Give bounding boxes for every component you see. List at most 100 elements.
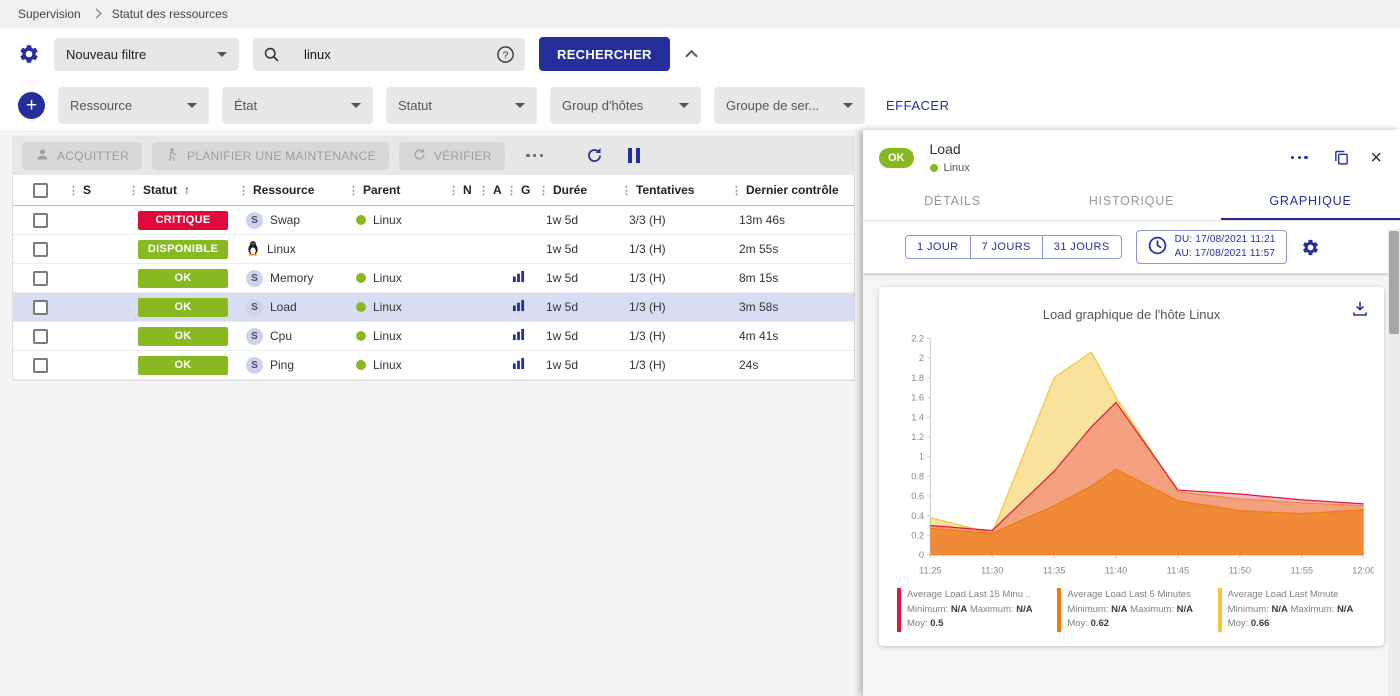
refresh-icon[interactable] — [585, 146, 604, 165]
graph-icon[interactable] — [512, 328, 525, 344]
column-drag-handle[interactable]: ⋮ — [478, 184, 489, 197]
column-drag-handle[interactable]: ⋮ — [731, 184, 742, 197]
pause-icon[interactable] — [628, 148, 640, 163]
criteria-select-servicegroup[interactable]: Groupe de ser... — [714, 87, 865, 124]
criteria-select-hostgroup[interactable]: Group d'hôtes — [550, 87, 701, 124]
scrollbar-thumb[interactable] — [1389, 231, 1399, 334]
breadcrumb-supervision[interactable]: Supervision — [18, 7, 81, 21]
column-header-duration[interactable]: Durée — [553, 183, 587, 197]
column-header-severity[interactable]: S — [83, 183, 91, 197]
column-header-parent[interactable]: Parent — [363, 183, 400, 197]
parent-name[interactable]: Linux — [373, 358, 402, 372]
graph-icon[interactable] — [512, 270, 525, 286]
sort-asc-icon[interactable]: ↑ — [184, 183, 190, 197]
service-icon: S — [246, 328, 263, 345]
column-drag-handle[interactable]: ⋮ — [68, 184, 79, 197]
row-checkbox[interactable] — [33, 329, 48, 344]
panel-host-name[interactable]: Linux — [944, 162, 970, 174]
export-chart-icon[interactable] — [1351, 300, 1369, 321]
resource-name[interactable]: Memory — [270, 271, 313, 285]
column-header-last-check[interactable]: Dernier contrôle — [746, 183, 839, 197]
chevron-right-icon — [91, 9, 101, 19]
legend-color-bar — [1057, 588, 1061, 632]
column-header-graph[interactable]: G — [521, 183, 530, 197]
load-chart: 00.20.40.60.811.21.41.61.822.211:2511:30… — [889, 326, 1374, 582]
row-checkbox[interactable] — [33, 300, 48, 315]
status-badge: OK — [138, 327, 228, 346]
tab-graph[interactable]: GRAPHIQUE — [1221, 183, 1400, 220]
acknowledge-button[interactable]: ACQUITTER — [22, 142, 142, 170]
tab-details[interactable]: DÉTAILS — [863, 183, 1042, 220]
table-row[interactable]: CRITIQUE SSwap Linux 1w 5d 3/3 (H) 13m 4… — [13, 206, 854, 235]
resource-name[interactable]: Cpu — [270, 329, 292, 343]
add-criteria-button[interactable]: + — [18, 92, 45, 119]
column-drag-handle[interactable]: ⋮ — [448, 184, 459, 197]
row-checkbox[interactable] — [33, 271, 48, 286]
custom-date-range[interactable]: DU: 17/08/2021 11:21 AU: 17/08/2021 11:5… — [1136, 230, 1287, 264]
resource-name[interactable]: Swap — [270, 213, 300, 227]
graph-icon[interactable] — [512, 357, 525, 373]
saved-filter-select[interactable]: Nouveau filtre — [54, 38, 239, 71]
table-row[interactable]: OK SMemory Linux 1w 5d 1/3 (H) 8m 15s — [13, 264, 854, 293]
range-7-days-button[interactable]: 7 JOURS — [971, 235, 1043, 259]
range-1-day-button[interactable]: 1 JOUR — [905, 235, 971, 259]
column-header-status[interactable]: Statut — [143, 183, 177, 197]
column-header-tries[interactable]: Tentatives — [636, 183, 694, 197]
recheck-icon — [412, 147, 427, 165]
legend-item-load5[interactable]: Average Load Last 5 Minutes Minimum: N/A… — [1057, 588, 1205, 632]
help-icon[interactable]: ? — [496, 45, 515, 64]
legend-item-load15[interactable]: Average Load Last 15 Minu .. Minimum: N/… — [897, 588, 1045, 632]
parent-name[interactable]: Linux — [373, 213, 402, 227]
resource-name[interactable]: Linux — [267, 242, 296, 256]
parent-name[interactable]: Linux — [373, 329, 402, 343]
table-row[interactable]: DISPONIBLE Linux 1w 5d 1/3 (H) 2m 55s — [13, 235, 854, 264]
close-icon[interactable]: × — [1370, 148, 1382, 168]
legend-item-load1[interactable]: Average Load Last Minute Minimum: N/A Ma… — [1218, 588, 1366, 632]
graph-icon[interactable] — [512, 299, 525, 315]
table-row[interactable]: OK SCpu Linux 1w 5d 1/3 (H) 4m 41s — [13, 322, 854, 351]
criteria-select-resource[interactable]: Ressource — [58, 87, 209, 124]
search-button[interactable]: RECHERCHER — [539, 37, 670, 71]
select-all-checkbox[interactable] — [33, 183, 48, 198]
column-drag-handle[interactable]: ⋮ — [128, 184, 139, 197]
criteria-select-state[interactable]: État — [222, 87, 373, 124]
graph-settings-gear-icon[interactable] — [1301, 238, 1320, 257]
column-drag-handle[interactable]: ⋮ — [348, 184, 359, 197]
criteria-label: Ressource — [70, 98, 132, 113]
panel-scrollbar[interactable] — [1388, 229, 1400, 696]
row-checkbox[interactable] — [33, 358, 48, 373]
table-row[interactable]: OK SPing Linux 1w 5d 1/3 (H) 24s — [13, 351, 854, 380]
parent-name[interactable]: Linux — [373, 300, 402, 314]
column-drag-handle[interactable]: ⋮ — [621, 184, 632, 197]
column-header-resource[interactable]: Ressource — [253, 183, 314, 197]
criteria-label: Group d'hôtes — [562, 98, 643, 113]
legend-color-bar — [1218, 588, 1222, 632]
resource-name[interactable]: Ping — [270, 358, 294, 372]
parent-name[interactable]: Linux — [373, 271, 402, 285]
clear-filters-button[interactable]: EFFACER — [886, 98, 949, 113]
schedule-maintenance-button[interactable]: PLANIFIER UNE MAINTENANCE — [152, 142, 389, 170]
column-header-notes[interactable]: N — [463, 183, 472, 197]
tab-history[interactable]: HISTORIQUE — [1042, 183, 1221, 220]
collapse-filters-chevron-up-icon[interactable] — [684, 49, 699, 59]
breadcrumb-resource-status[interactable]: Statut des ressources — [112, 7, 228, 21]
column-drag-handle[interactable]: ⋮ — [238, 184, 249, 197]
panel-more-actions-icon[interactable] — [1285, 152, 1313, 164]
svg-text:11:30: 11:30 — [981, 566, 1004, 576]
column-drag-handle[interactable]: ⋮ — [538, 184, 549, 197]
resource-name[interactable]: Load — [270, 300, 297, 314]
table-row-selected[interactable]: OK SLoad Linux 1w 5d 1/3 (H) 3m 58s — [13, 293, 854, 322]
filter-settings-gear-icon[interactable] — [18, 43, 40, 65]
column-drag-handle[interactable]: ⋮ — [506, 184, 517, 197]
chevron-down-icon — [515, 103, 525, 108]
check-button[interactable]: VÉRIFIER — [399, 142, 505, 170]
column-header-action[interactable]: A — [493, 183, 502, 197]
criteria-select-status[interactable]: Statut — [386, 87, 537, 124]
copy-link-icon[interactable] — [1333, 149, 1350, 166]
panel-title: Load — [930, 141, 1270, 157]
search-input[interactable] — [290, 47, 486, 62]
range-31-days-button[interactable]: 31 JOURS — [1043, 235, 1122, 259]
row-checkbox[interactable] — [33, 213, 48, 228]
more-actions-icon[interactable] — [521, 150, 549, 162]
row-checkbox[interactable] — [33, 242, 48, 257]
